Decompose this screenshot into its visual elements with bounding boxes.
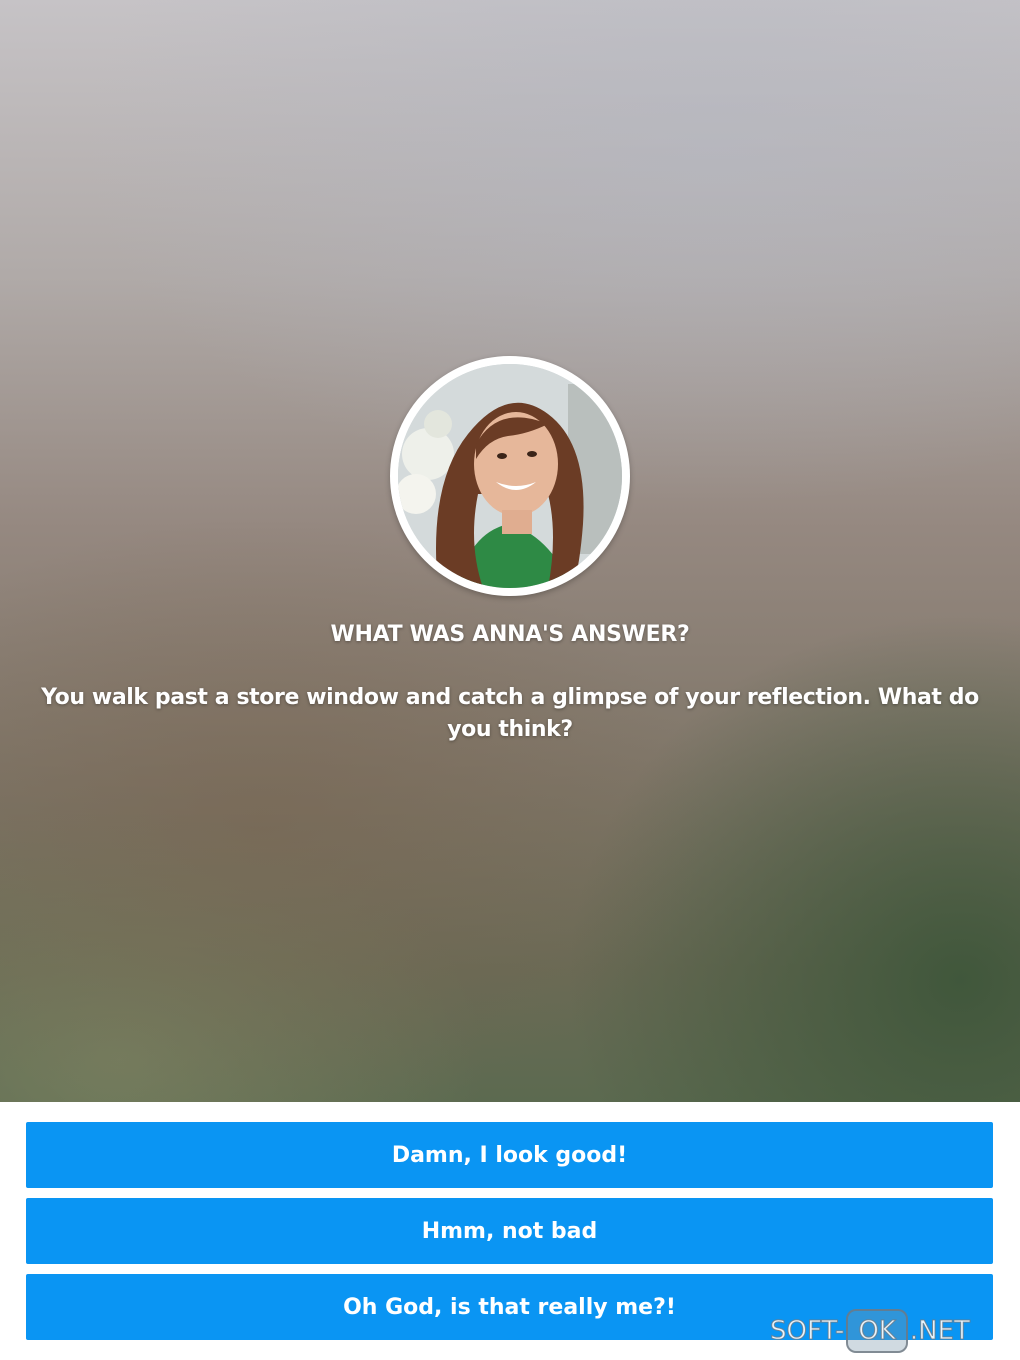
answer-button-2[interactable]: Hmm, not bad (26, 1198, 993, 1264)
watermark-ok: OK (846, 1309, 908, 1353)
avatar-photo (398, 364, 622, 588)
watermark: SOFT- OK .NET (769, 1309, 970, 1353)
watermark-left: SOFT- (769, 1316, 845, 1347)
quiz-question: You walk past a store window and catch a… (41, 685, 979, 742)
watermark-right: .NET (909, 1316, 970, 1347)
avatar (398, 364, 622, 588)
answer-button-1[interactable]: Damn, I look good! (26, 1122, 993, 1188)
quiz-heading: WHAT WAS ANNA'S ANSWER? (330, 622, 690, 647)
